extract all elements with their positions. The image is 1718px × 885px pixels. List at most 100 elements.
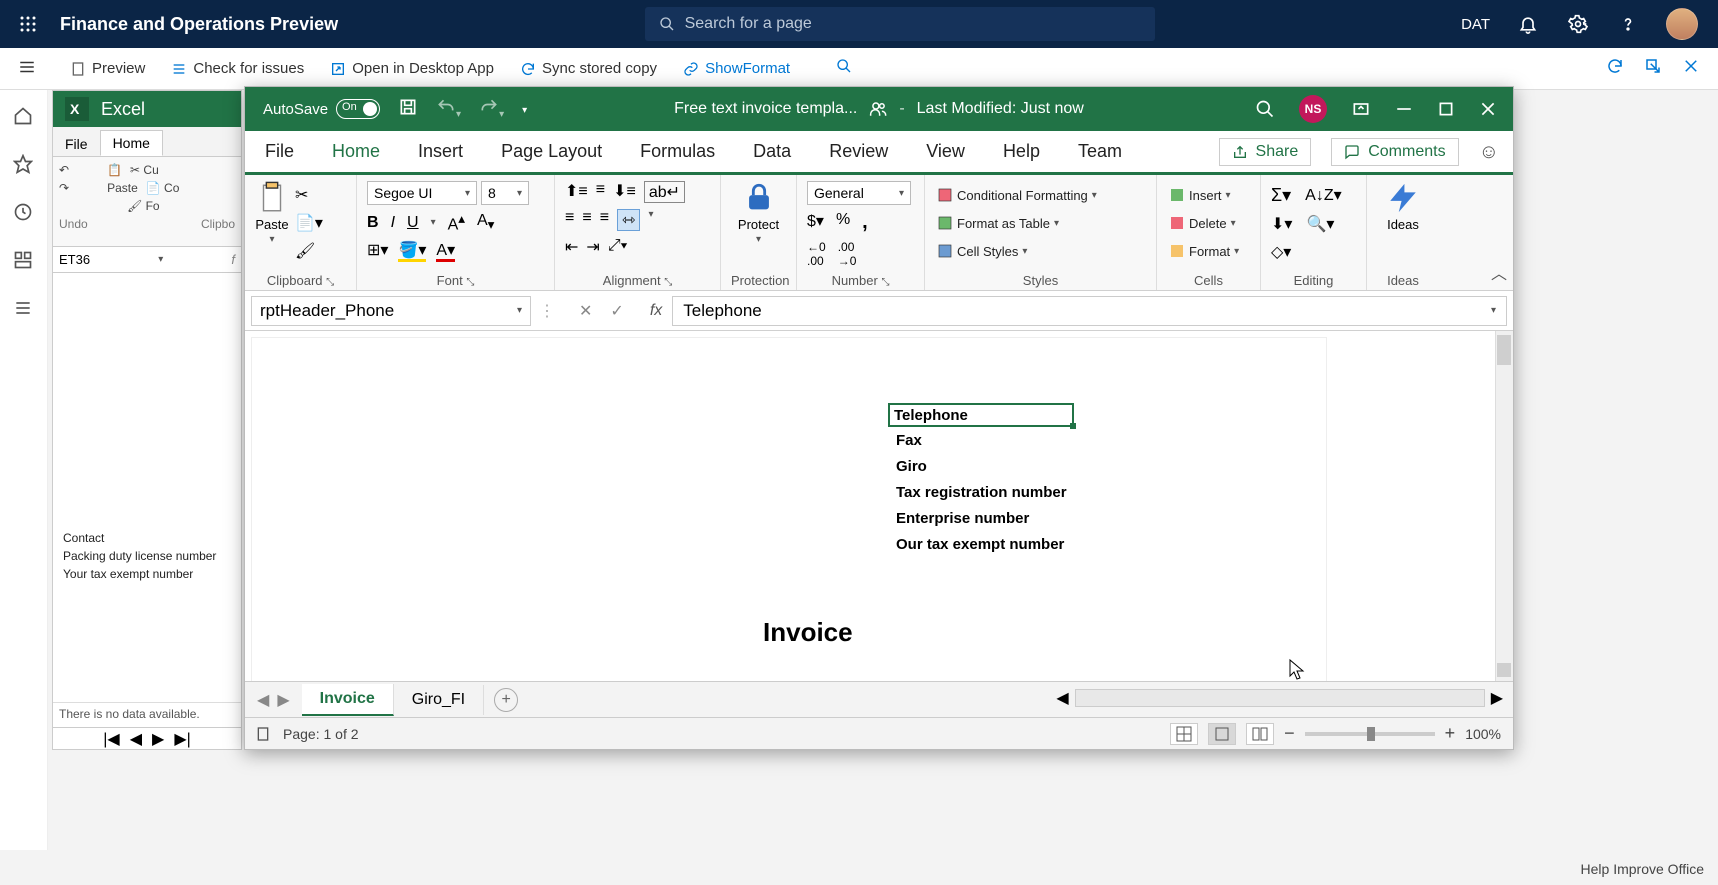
show-format-command[interactable]: ShowFormat xyxy=(673,56,800,81)
orientation-button[interactable]: ⤢▾ xyxy=(608,237,628,257)
popout-button[interactable] xyxy=(1644,57,1662,80)
cell-enterprise[interactable]: Enterprise number xyxy=(892,509,1033,528)
align-bottom-button[interactable]: ⬇≡ xyxy=(613,181,636,203)
cell-our-tax[interactable]: Our tax exempt number xyxy=(892,535,1068,554)
underline-button[interactable]: U xyxy=(407,214,419,232)
search-command-icon[interactable] xyxy=(836,58,852,79)
user-avatar[interactable] xyxy=(1666,8,1698,40)
sheet-tab-invoice[interactable]: Invoice xyxy=(302,684,394,716)
percent-button[interactable]: % xyxy=(836,211,850,234)
bg-home-tab[interactable]: Home xyxy=(100,130,163,156)
bg-copy-icon[interactable]: 📄 Co xyxy=(146,181,180,195)
cancel-edit-button[interactable]: ✕ xyxy=(579,301,592,321)
normal-view-button[interactable] xyxy=(1170,723,1198,745)
autosave-toggle[interactable]: On xyxy=(336,99,380,119)
cell-giro[interactable]: Giro xyxy=(892,457,931,476)
indent-right-button[interactable]: ⇥ xyxy=(586,237,599,257)
format-as-table-button[interactable]: Format as Table▾ xyxy=(935,213,1061,233)
nav-favorites[interactable] xyxy=(13,154,35,176)
currency-button[interactable]: $▾ xyxy=(807,211,824,234)
merge-button[interactable]: ⇿ xyxy=(617,209,640,231)
tab-data[interactable]: Data xyxy=(749,133,795,172)
copy-button[interactable]: 📄▾ xyxy=(295,213,323,233)
bold-button[interactable]: B xyxy=(367,214,379,232)
settings-button[interactable] xyxy=(1566,12,1590,36)
nav-modules[interactable] xyxy=(13,298,35,320)
tab-help[interactable]: Help xyxy=(999,133,1044,172)
vertical-scrollbar[interactable] xyxy=(1495,331,1513,681)
user-initials-badge[interactable]: NS xyxy=(1299,95,1327,123)
font-color-button[interactable]: A▾ xyxy=(436,240,455,260)
grow-font-button[interactable]: A▴ xyxy=(448,211,465,234)
delete-cells-button[interactable]: Delete▾ xyxy=(1167,213,1238,233)
preview-command[interactable]: Preview xyxy=(60,56,155,81)
tab-insert[interactable]: Insert xyxy=(414,133,467,172)
nav-recent[interactable] xyxy=(13,202,35,224)
autosum-button[interactable]: Σ▾ xyxy=(1271,185,1291,206)
format-cells-button[interactable]: Format▾ xyxy=(1167,241,1241,261)
nav-toggle-button[interactable] xyxy=(18,58,36,81)
help-improve-link[interactable]: Help Improve Office xyxy=(1581,861,1704,877)
sheet-tab-giro-fi[interactable]: Giro_FI xyxy=(394,685,484,715)
number-format-select[interactable]: General▾ xyxy=(807,181,911,205)
bg-format-painter-icon[interactable]: 🖌 Fo xyxy=(127,199,160,213)
name-box-menu[interactable]: ⋮ xyxy=(539,301,555,321)
maximize-button[interactable] xyxy=(1437,100,1455,118)
cell-tax-reg[interactable]: Tax registration number xyxy=(892,483,1071,502)
tab-page-layout[interactable]: Page Layout xyxy=(497,133,606,172)
feedback-button[interactable]: ☺ xyxy=(1479,141,1499,164)
indent-left-button[interactable]: ⇤ xyxy=(565,237,578,257)
tab-view[interactable]: View xyxy=(922,133,969,172)
help-button[interactable] xyxy=(1616,12,1640,36)
paste-button[interactable]: Paste ▾ xyxy=(255,181,289,245)
protect-button[interactable]: Protect ▾ xyxy=(738,181,779,245)
share-button[interactable]: Share xyxy=(1219,138,1312,166)
scroll-thumb[interactable] xyxy=(1497,335,1511,365)
confirm-edit-button[interactable]: ✓ xyxy=(610,301,623,321)
bg-cut-icon[interactable]: ✂ Cu xyxy=(130,163,159,177)
hscroll-left[interactable]: ◀ xyxy=(1056,688,1068,708)
clipboard-launcher[interactable]: ⤡ xyxy=(326,277,334,288)
bg-undo-icon[interactable]: ↶ xyxy=(59,163,69,177)
tab-home[interactable]: Home xyxy=(328,133,384,175)
page-layout-view-button[interactable] xyxy=(1208,723,1236,745)
global-search-input[interactable]: Search for a page xyxy=(645,7,1155,41)
fill-color-button[interactable]: 🪣▾ xyxy=(398,240,426,260)
page-break-view-button[interactable] xyxy=(1246,723,1274,745)
cell-styles-button[interactable]: Cell Styles▾ xyxy=(935,241,1029,261)
conditional-formatting-button[interactable]: Conditional Formatting▾ xyxy=(935,185,1099,205)
sheet-nav-next[interactable]: ▶ xyxy=(277,690,289,710)
app-launcher-button[interactable] xyxy=(12,8,44,40)
zoom-out-button[interactable]: − xyxy=(1284,723,1295,744)
bg-name-box[interactable]: ET36 xyxy=(59,252,90,267)
close-button[interactable] xyxy=(1479,100,1497,118)
font-size-select[interactable]: 8▾ xyxy=(481,181,529,205)
collapse-ribbon-button[interactable]: ︿ xyxy=(1491,260,1507,284)
name-box[interactable]: rptHeader_Phone ▾ xyxy=(251,296,531,326)
nav-workspaces[interactable] xyxy=(13,250,35,272)
bg-pager-next[interactable]: ▶ xyxy=(152,729,164,749)
search-title-icon[interactable] xyxy=(1255,99,1275,119)
bg-paste-icon[interactable]: 📋 xyxy=(107,163,122,177)
sort-filter-button[interactable]: A↓Z▾ xyxy=(1305,185,1341,206)
tab-review[interactable]: Review xyxy=(825,133,892,172)
italic-button[interactable]: I xyxy=(391,214,395,232)
align-middle-button[interactable]: ≡ xyxy=(596,181,605,203)
fill-button[interactable]: ⬇▾ xyxy=(1271,214,1292,234)
decrease-decimal-button[interactable]: .00→0 xyxy=(838,240,857,268)
increase-decimal-button[interactable]: ←0.00 xyxy=(807,240,826,268)
font-launcher[interactable]: ⤡ xyxy=(466,277,474,288)
format-painter-button[interactable]: 🖌 xyxy=(295,241,323,261)
zoom-in-button[interactable]: + xyxy=(1445,723,1456,744)
bg-pager-prev[interactable]: ◀ xyxy=(130,729,142,749)
shrink-font-button[interactable]: A▾ xyxy=(477,212,494,233)
nav-home[interactable] xyxy=(13,106,35,128)
insert-cells-button[interactable]: Insert▾ xyxy=(1167,185,1233,205)
refresh-button[interactable] xyxy=(1606,57,1624,80)
formula-bar[interactable]: Telephone ▾ xyxy=(672,296,1507,326)
close-panel-button[interactable] xyxy=(1682,57,1700,80)
bg-file-tab[interactable]: File xyxy=(53,132,100,156)
alignment-launcher[interactable]: ⤡ xyxy=(664,277,672,288)
find-button[interactable]: 🔍▾ xyxy=(1306,214,1334,234)
fx-icon[interactable]: fx xyxy=(650,302,662,320)
